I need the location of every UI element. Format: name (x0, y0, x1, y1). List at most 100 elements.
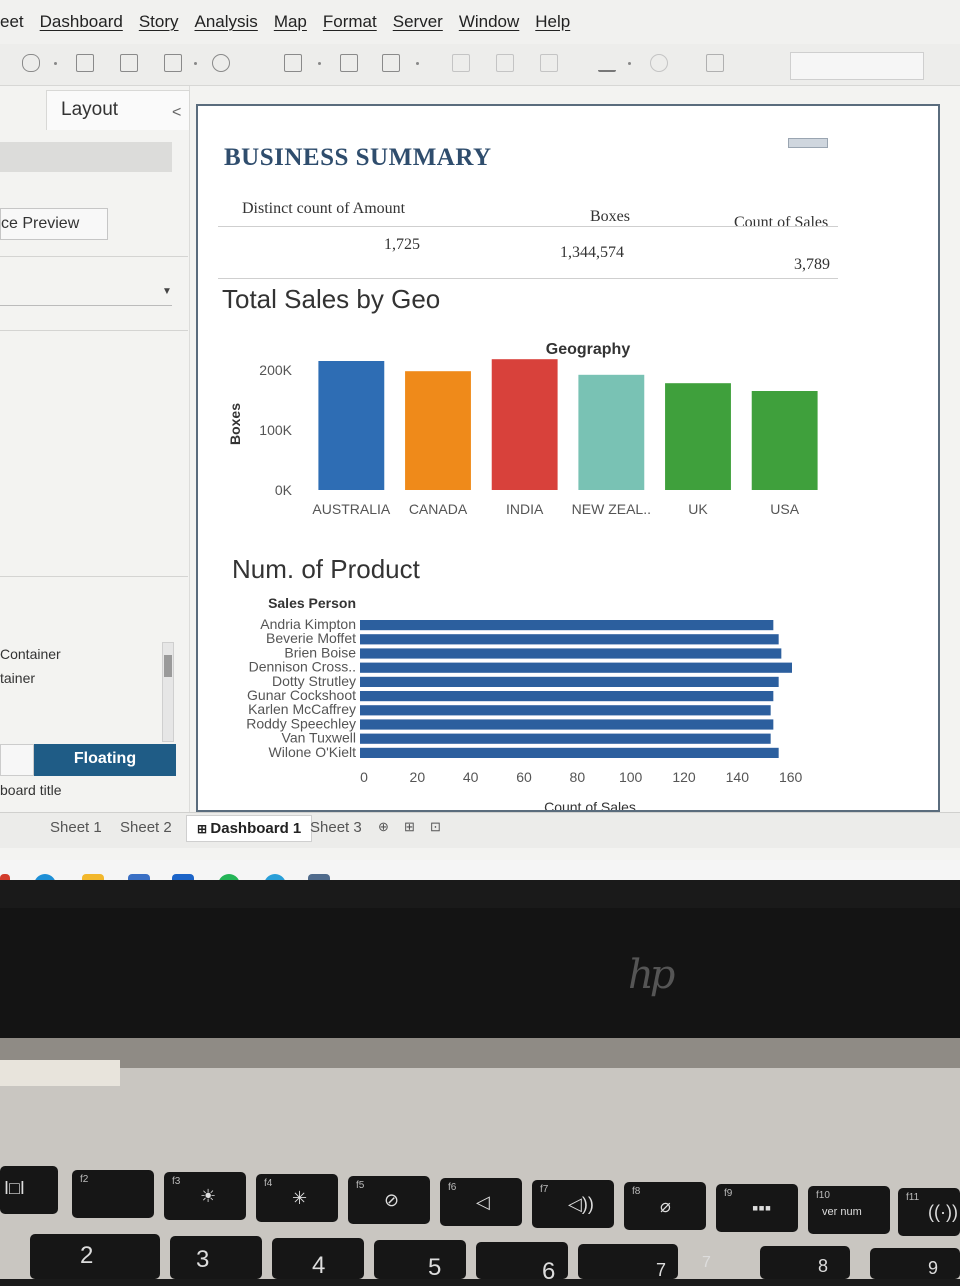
objects-scrollbar[interactable] (162, 642, 174, 742)
key-6[interactable]: 6 (476, 1242, 568, 1285)
menu-dashboard[interactable]: Dashboard (40, 12, 123, 32)
key-3[interactable]: 3 (170, 1236, 262, 1279)
geo-bar-chart[interactable]: Geography Boxes 0K 100K 200K AUSTRALIA CANADA I… (218, 338, 838, 538)
key-label: f4 (264, 1178, 273, 1189)
size-dropdown[interactable] (0, 280, 172, 306)
kpi-value: 1,344,574 (560, 244, 624, 261)
file-explorer-icon[interactable] (82, 874, 104, 880)
new-worksheet-icon[interactable]: ⊕ (378, 819, 389, 835)
new-datasource-icon[interactable] (120, 54, 138, 72)
key-label: 3 (196, 1246, 210, 1273)
mic-mute-icon: ⌀ (660, 1196, 671, 1216)
kpi-table[interactable]: Distinct count of Amount Boxes Count of … (218, 196, 838, 282)
sort-descending-icon[interactable] (540, 54, 558, 72)
menu-server[interactable]: Server (393, 12, 443, 32)
swap-icon[interactable] (452, 54, 470, 72)
key-label: f11 (906, 1192, 920, 1203)
f10-key[interactable]: f10 ver num (808, 1186, 890, 1234)
show-me-area[interactable] (790, 52, 924, 80)
sheet-tab-bar: Sheet 1 Sheet 2 ⊞ Dashboard 1 Sheet 3 ⊕ … (0, 812, 960, 848)
drag-handle-icon[interactable] (788, 138, 828, 148)
show-dashboard-title-checkbox[interactable]: board title (0, 782, 61, 798)
layout-tab[interactable]: Layout (46, 90, 190, 130)
geo-bar (665, 383, 731, 490)
outlook-icon[interactable] (172, 874, 194, 880)
key-8[interactable]: 8 (760, 1246, 850, 1279)
product-bar (360, 676, 779, 687)
tableau-icon[interactable] (308, 874, 330, 880)
menu-worksheet[interactable]: eet (0, 12, 24, 32)
key-9[interactable]: 9 (870, 1248, 960, 1279)
edge-icon[interactable] (34, 874, 56, 880)
new-story-icon[interactable]: ⊡ (430, 819, 441, 835)
f4-key[interactable]: f4 ✳ (256, 1174, 338, 1222)
f9-key[interactable]: f9 ▪▪▪ (716, 1184, 798, 1232)
key-label: 6 (542, 1258, 556, 1285)
geo-x-tick-label: UK (688, 501, 708, 517)
f5-key[interactable]: f5 ⊘ (348, 1176, 430, 1224)
geo-y-tick-label: 100K (259, 422, 292, 438)
f8-key[interactable]: f8 ⌀ (624, 1182, 706, 1230)
new-worksheet-icon[interactable] (284, 54, 302, 72)
tab-sheet-3[interactable]: Sheet 3 (310, 819, 362, 836)
hp-logo: hp (628, 952, 675, 998)
attach-icon[interactable] (650, 54, 668, 72)
objects-container-item[interactable]: Container (0, 646, 61, 662)
product-bar-chart[interactable]: Sales PersonAndria KimptonBeverie Moffet… (218, 590, 838, 810)
tab-sheet-1[interactable]: Sheet 1 (50, 819, 102, 836)
volume-up-icon: ◁)) (568, 1194, 594, 1214)
fn-lock-key[interactable]: I□I (0, 1166, 58, 1214)
f3-key[interactable]: f3 ☀ (164, 1172, 246, 1220)
duplicate-sheet-icon[interactable] (340, 54, 358, 72)
clear-sheet-icon[interactable] (382, 54, 400, 72)
collapse-left-arrow-icon[interactable]: < (172, 104, 181, 122)
product-x-axis-label: Count of Sales (544, 799, 636, 810)
pane-divider (0, 256, 188, 257)
scroll-thumb[interactable] (164, 655, 172, 677)
dropdown-dot-icon[interactable] (628, 62, 631, 65)
f6-key[interactable]: f6 ◁ (440, 1178, 522, 1226)
key-2[interactable]: 2 (30, 1234, 160, 1279)
dashboard-title[interactable]: BUSINESS SUMMARY (224, 144, 492, 172)
save-icon[interactable] (76, 54, 94, 72)
store-icon[interactable] (128, 874, 150, 880)
menu-format[interactable]: Format (323, 12, 377, 32)
tiled-toggle[interactable] (0, 744, 34, 776)
key-4[interactable]: 4 (272, 1238, 364, 1279)
geo-bar (491, 359, 558, 490)
menu-story[interactable]: Story (139, 12, 179, 32)
text-icon[interactable] (706, 54, 724, 72)
pause-datasource-icon[interactable] (164, 54, 182, 72)
f7-key[interactable]: f7 ◁)) (532, 1180, 614, 1228)
chevron-down-icon[interactable]: ▼ (162, 286, 172, 297)
new-dashboard-icon[interactable]: ⊞ (404, 819, 415, 835)
refresh-icon[interactable] (212, 54, 230, 72)
highlight-icon[interactable] (598, 54, 616, 72)
key-5[interactable]: 5 (374, 1240, 466, 1281)
tab-dashboard-1[interactable]: ⊞ Dashboard 1 (186, 815, 313, 842)
telegram-icon[interactable] (264, 874, 286, 880)
f11-key[interactable]: f11 ((·)) (898, 1188, 960, 1236)
dropdown-dot-icon[interactable] (54, 62, 57, 65)
device-preview-button[interactable]: ce Preview (0, 208, 108, 240)
menu-window[interactable]: Window (459, 12, 519, 32)
whatsapp-icon[interactable] (218, 874, 240, 880)
floating-toggle[interactable]: Floating (34, 744, 176, 776)
mute-icon: ⊘ (384, 1190, 400, 1210)
dropdown-dot-icon[interactable] (318, 62, 321, 65)
menu-help[interactable]: Help (535, 12, 570, 32)
undo-icon[interactable] (22, 54, 40, 72)
f2-key[interactable]: f2 (72, 1170, 154, 1218)
dropdown-dot-icon[interactable] (194, 62, 197, 65)
objects-container-item[interactable]: tainer (0, 670, 35, 686)
tab-sheet-2[interactable]: Sheet 2 (120, 819, 172, 836)
product-bar (360, 747, 779, 758)
menu-map[interactable]: Map (274, 12, 307, 32)
key-7[interactable]: 77 (578, 1244, 711, 1280)
dropdown-dot-icon[interactable] (416, 62, 419, 65)
pin-icon[interactable] (744, 54, 762, 72)
app-icon[interactable] (0, 874, 10, 880)
sort-ascending-icon[interactable] (496, 54, 514, 72)
menu-analysis[interactable]: Analysis (195, 12, 258, 32)
geo-bar (405, 371, 471, 490)
